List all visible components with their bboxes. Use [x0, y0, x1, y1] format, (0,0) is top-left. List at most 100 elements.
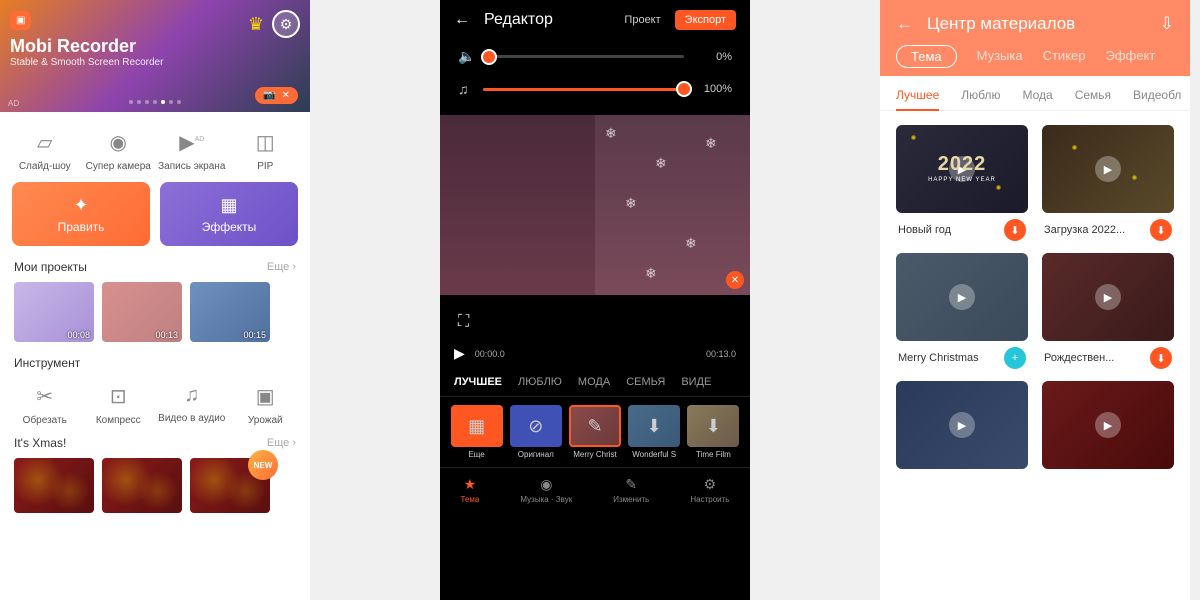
nav-edit[interactable]: ✎ Изменить: [613, 476, 649, 504]
download-button[interactable]: ⬇: [1150, 347, 1172, 369]
subtab-videoblog[interactable]: Видеобл: [1133, 88, 1181, 102]
subtab-love[interactable]: Люблю: [961, 88, 1000, 102]
cat-tab-love[interactable]: ЛЮБЛЮ: [518, 376, 562, 388]
add-button[interactable]: +: [1004, 347, 1026, 369]
effects-button-label: Эффекты: [202, 220, 257, 234]
play-icon: ▶: [949, 412, 975, 438]
video-preview[interactable]: ❄❄❄❄❄❄ ✕: [440, 115, 750, 295]
download-button[interactable]: ⬇: [1150, 219, 1172, 241]
time-current: 00:00.0: [475, 349, 505, 359]
project-thumb[interactable]: 00:13: [102, 282, 182, 342]
xmas-thumb[interactable]: [102, 458, 182, 513]
export-button[interactable]: Экспорт: [675, 10, 736, 30]
xmas-thumb[interactable]: [14, 458, 94, 513]
tool-label: Слайд-шоу: [19, 161, 71, 172]
theme-more[interactable]: ▦Еще: [450, 405, 503, 459]
tool-cut[interactable]: ✂Обрезать: [10, 384, 80, 426]
xmas-thumb[interactable]: NEW: [190, 458, 270, 513]
tool-label: Урожай: [248, 415, 283, 426]
material-card[interactable]: ▶: [896, 381, 1028, 469]
material-card[interactable]: ▶: [1042, 381, 1174, 469]
tab-music[interactable]: Музыка: [977, 48, 1023, 68]
nav-theme[interactable]: ★Тема: [461, 476, 480, 504]
play-icon: ▶: [1095, 284, 1121, 310]
material-card[interactable]: ▶ Merry Christmas+: [896, 253, 1028, 369]
tool-slideshow[interactable]: ▱ Слайд-шоу: [10, 130, 80, 172]
tool-compress[interactable]: ⊡Компресс: [83, 384, 153, 426]
project-thumb[interactable]: 00:08: [14, 282, 94, 342]
download-button[interactable]: ⬇: [1004, 219, 1026, 241]
nav-settings[interactable]: ⚙Настроить: [690, 476, 729, 504]
cat-tab-best[interactable]: ЛУЧШЕЕ: [454, 376, 502, 388]
tool-pip[interactable]: ◫ PIP: [230, 130, 300, 172]
theme-original[interactable]: ⊘Оригинал: [509, 405, 562, 459]
effects-button[interactable]: ▦ Эффекты: [160, 182, 298, 246]
brush-icon: ✎: [625, 476, 637, 493]
play-button[interactable]: ▶: [454, 345, 465, 362]
compress-icon: ⊡: [110, 384, 127, 409]
theme-timefilm[interactable]: ⬇Time Film: [687, 405, 740, 459]
theme-xmas[interactable]: ✎Merry Christ: [568, 405, 621, 459]
projects-more[interactable]: Еще ›: [267, 261, 296, 273]
banner-pill[interactable]: 📷✕: [255, 87, 298, 104]
promo-banner[interactable]: ▣ ♛ ⚙ Mobi Recorder Stable & Smooth Scre…: [0, 0, 310, 112]
project-duration: 00:13: [155, 330, 178, 340]
tab-sticker[interactable]: Стикер: [1043, 48, 1086, 68]
music-volume-slider[interactable]: [483, 88, 685, 91]
store-icon: ▦: [220, 195, 237, 216]
project-duration: 00:15: [243, 330, 266, 340]
crown-icon[interactable]: ♛: [248, 14, 264, 35]
tool-camera[interactable]: ◉Супер камера: [83, 130, 153, 172]
back-button[interactable]: ←: [454, 11, 470, 29]
tab-theme[interactable]: Тема: [896, 45, 957, 68]
edit-button-label: Править: [58, 220, 105, 234]
tool-screenrec[interactable]: ▶AD Запись экрана: [157, 130, 227, 172]
none-icon: ⊘: [510, 405, 562, 447]
edit-button[interactable]: ✦ Править: [12, 182, 150, 246]
play-icon: ▶: [949, 156, 975, 182]
close-preview-icon[interactable]: ✕: [726, 271, 744, 289]
settings-gear-icon[interactable]: ⚙: [272, 10, 300, 38]
project-thumb[interactable]: 00:15: [190, 282, 270, 342]
tool-crop[interactable]: ▣Урожай: [230, 384, 300, 426]
instrument-title: Инструмент: [14, 356, 80, 370]
tool-audio[interactable]: ♫Видео в аудио: [157, 384, 227, 426]
editor-screen: ← Редактор Проект Экспорт 🔈 0% ♫ 100% ❄❄…: [440, 0, 750, 600]
card-title: Merry Christmas: [898, 352, 979, 364]
xmas-more[interactable]: Еще ›: [267, 437, 296, 449]
subtab-family[interactable]: Семья: [1075, 88, 1111, 102]
tab-effect[interactable]: Эффект: [1106, 48, 1156, 68]
nav-label: Изменить: [613, 495, 649, 504]
music-icon: ♫: [184, 384, 199, 407]
home-screen: ▣ ♛ ⚙ Mobi Recorder Stable & Smooth Scre…: [0, 0, 310, 600]
nav-music[interactable]: ◉Музыка · Звук: [520, 476, 572, 504]
subtab-fashion[interactable]: Мода: [1022, 88, 1052, 102]
tool-label: Супер камера: [86, 161, 151, 172]
slideshow-icon: ▱: [37, 130, 52, 155]
cat-tab-family[interactable]: СЕМЬЯ: [626, 376, 665, 388]
tool-label: PIP: [257, 161, 273, 172]
material-card[interactable]: ▶ Рождествен...⬇: [1042, 253, 1174, 369]
play-icon: ▶: [1095, 156, 1121, 182]
download-all-icon[interactable]: ⇩: [1160, 14, 1174, 34]
pip-icon: ◫: [256, 130, 275, 155]
back-button[interactable]: ←: [896, 14, 913, 34]
project-button[interactable]: Проект: [624, 14, 660, 26]
cat-tab-fashion[interactable]: МОДА: [578, 376, 610, 388]
disc-icon: ◉: [540, 476, 552, 493]
subtab-best[interactable]: Лучшее: [896, 88, 939, 102]
material-card[interactable]: ▶ Новый год⬇: [896, 125, 1028, 241]
play-icon: ▶: [1095, 412, 1121, 438]
theme-wonderful[interactable]: ⬇Wonderful S: [628, 405, 681, 459]
speaker-icon: 🔈: [458, 48, 475, 65]
wand-icon: ✦: [73, 195, 88, 216]
fullscreen-button[interactable]: ⛶: [440, 305, 750, 339]
material-card[interactable]: ▶ Загрузка 2022...⬇: [1042, 125, 1174, 241]
screenrec-icon: ▶AD: [179, 130, 204, 155]
audio-volume-slider[interactable]: [489, 55, 684, 58]
tool-label: Запись экрана: [158, 161, 225, 172]
theme-label: Еще: [468, 450, 484, 459]
banner-subtitle: Stable & Smooth Screen Recorder: [10, 57, 300, 68]
music-icon: ♫: [458, 81, 469, 97]
cat-tab-video[interactable]: ВИДЕ: [681, 376, 711, 388]
